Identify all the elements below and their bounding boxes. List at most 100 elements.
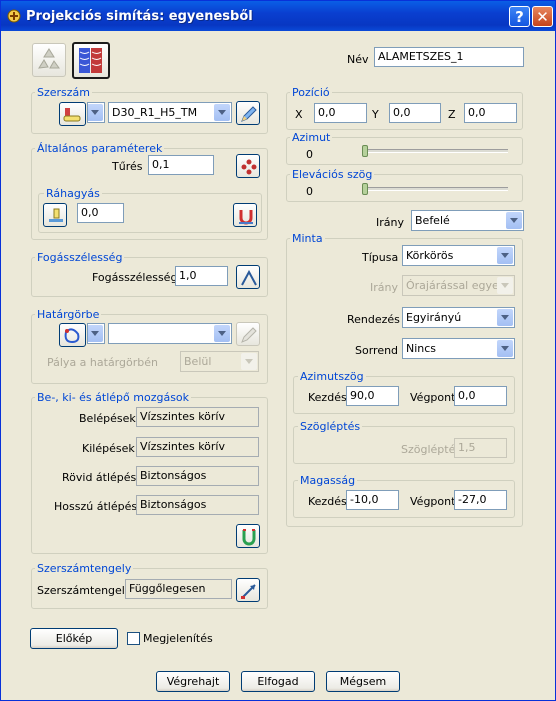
- lead-in-label: Belépések: [79, 412, 136, 425]
- azimuth-slider-track[interactable]: [362, 149, 508, 153]
- azimuth-value: 0: [306, 148, 313, 161]
- chevron-down-icon: [214, 104, 230, 121]
- elevation-value: 0: [306, 185, 313, 198]
- display-label: Megjelenítés: [143, 632, 213, 645]
- az-start-input[interactable]: 90,0: [346, 386, 399, 406]
- recycle-button[interactable]: [32, 43, 66, 77]
- tool-type-dropdown[interactable]: [87, 102, 105, 123]
- chevron-down-icon: [506, 212, 522, 229]
- stepover-label: Fogásszélesség: [92, 271, 178, 284]
- position-y-input[interactable]: 0,0: [389, 103, 441, 123]
- close-button[interactable]: ✕: [532, 6, 553, 27]
- group-leads-label: Be-, ki- és átlépő mozgások: [35, 391, 192, 404]
- toolpath-pattern-icon: [79, 48, 102, 73]
- pattern-type-select[interactable]: Körkörös: [402, 245, 515, 266]
- boundary-path-select[interactable]: Belül: [180, 351, 259, 372]
- tool-select-value: D30_R1_H5_TM: [112, 106, 198, 119]
- tool-icon: [63, 108, 81, 122]
- edit-pencil-icon: [241, 106, 257, 122]
- short-link-value: Biztonságos: [136, 466, 259, 486]
- height-end-label: Végpont: [410, 495, 456, 508]
- chevron-down-icon: [88, 325, 103, 342]
- position-z-input[interactable]: 0,0: [464, 103, 517, 123]
- pattern-type-value: Körkörös: [406, 249, 454, 262]
- group-tool-label: Szerszám: [35, 86, 93, 99]
- name-input[interactable]: ALAMETSZES_1: [374, 47, 524, 67]
- boundary-path-label: Pálya a határgörbén: [47, 356, 158, 369]
- app-icon: [6, 8, 22, 24]
- group-tool-axis-label: Szerszámtengely: [35, 562, 134, 575]
- toolpath-preview-button[interactable]: [72, 42, 110, 79]
- group-position-label: Pozíció: [290, 86, 332, 99]
- tool-axis-label: Szerszámtengely: [37, 584, 132, 597]
- group-stepover-label: Fogásszélesség: [35, 251, 125, 264]
- height-start-input[interactable]: -10,0: [346, 490, 399, 510]
- preview-button[interactable]: Előkép: [30, 628, 118, 649]
- boundary-type-dropdown[interactable]: [87, 323, 105, 344]
- height-end-input[interactable]: -27,0: [454, 490, 507, 510]
- chevron-down-icon: [88, 104, 103, 121]
- height-start-label: Kezdés: [308, 495, 347, 508]
- angle-step-input[interactable]: 1,5: [454, 438, 507, 458]
- long-link-label: Hosszú átlépés: [54, 500, 138, 513]
- elevation-slider-track[interactable]: [362, 187, 508, 191]
- stepover-input[interactable]: 1,0: [175, 266, 228, 286]
- execute-button[interactable]: Végrehajt: [156, 671, 230, 692]
- group-pattern-label: Minta: [290, 232, 325, 245]
- accept-button[interactable]: Elfogad: [241, 671, 315, 692]
- chevron-down-icon: [214, 325, 230, 342]
- tool-axis-button[interactable]: [236, 578, 260, 602]
- ordering-value: Egyirányú: [406, 311, 462, 324]
- thickness-button[interactable]: [43, 203, 67, 227]
- display-checkbox[interactable]: [127, 632, 140, 645]
- group-general-label: Általános paraméterek: [35, 142, 165, 155]
- group-angle-step-label: Szögléptés: [298, 420, 363, 433]
- help-button[interactable]: ?: [509, 6, 530, 27]
- edit-boundary-button[interactable]: [236, 322, 260, 346]
- position-x-label: X: [295, 108, 303, 121]
- sequence-select[interactable]: Nincs: [402, 338, 515, 359]
- edit-tool-button[interactable]: [236, 101, 260, 125]
- window-title: Projekciós simítás: egyenesből: [26, 9, 253, 24]
- thickness-input[interactable]: 0,0: [77, 203, 124, 223]
- tool-type-button[interactable]: [59, 102, 86, 126]
- tool-axis-icon: [241, 584, 256, 599]
- stepover-button[interactable]: [236, 265, 260, 289]
- thickness-tool-icon: [239, 210, 253, 225]
- group-height-label: Magasság: [298, 474, 358, 487]
- direction-select[interactable]: Befelé: [411, 210, 524, 231]
- title-bar[interactable]: Projekciós simítás: egyenesből ? ✕: [1, 1, 555, 31]
- boundary-path-value: Belül: [184, 355, 212, 368]
- cancel-button[interactable]: Mégsem: [326, 671, 400, 692]
- thickness-tool-button[interactable]: [233, 203, 257, 227]
- chevron-down-icon: [497, 309, 513, 326]
- ordering-select[interactable]: Egyirányú: [402, 307, 515, 328]
- direction-label: Irány: [376, 216, 404, 229]
- boundary-type-button[interactable]: [59, 323, 86, 347]
- az-start-label: Kezdés: [308, 391, 347, 404]
- boundary-select[interactable]: [108, 323, 232, 344]
- lead-in-value: Vízszintes körív: [136, 407, 259, 427]
- tool-select[interactable]: D30_R1_H5_TM: [108, 102, 232, 123]
- pattern-direction-value: Órajárással egyező: [406, 279, 512, 292]
- recycle-icon: [38, 48, 60, 69]
- leads-links-button[interactable]: [236, 524, 260, 548]
- sequence-value: Nincs: [406, 342, 437, 355]
- chevron-down-icon: [497, 277, 513, 294]
- short-link-label: Rövid átlépés: [62, 471, 137, 484]
- az-end-input[interactable]: 0,0: [454, 386, 507, 406]
- edit-pencil-icon: [241, 327, 257, 343]
- tolerance-input[interactable]: 0,1: [148, 155, 214, 175]
- group-boundary-label: Határgörbe: [35, 308, 102, 321]
- name-label: Név: [347, 53, 369, 66]
- long-link-value: Biztonságos: [136, 495, 259, 515]
- pattern-direction-select[interactable]: Órajárással egyező: [402, 275, 515, 296]
- elevation-slider-thumb[interactable]: [362, 183, 368, 195]
- direction-value: Befelé: [415, 214, 450, 227]
- position-x-input[interactable]: 0,0: [314, 103, 367, 123]
- leads-links-icon: [242, 529, 256, 546]
- thickness-icon: [49, 208, 63, 222]
- tolerance-button[interactable]: [236, 154, 260, 178]
- boundary-icon: [64, 328, 80, 344]
- azimuth-slider-thumb[interactable]: [362, 145, 368, 157]
